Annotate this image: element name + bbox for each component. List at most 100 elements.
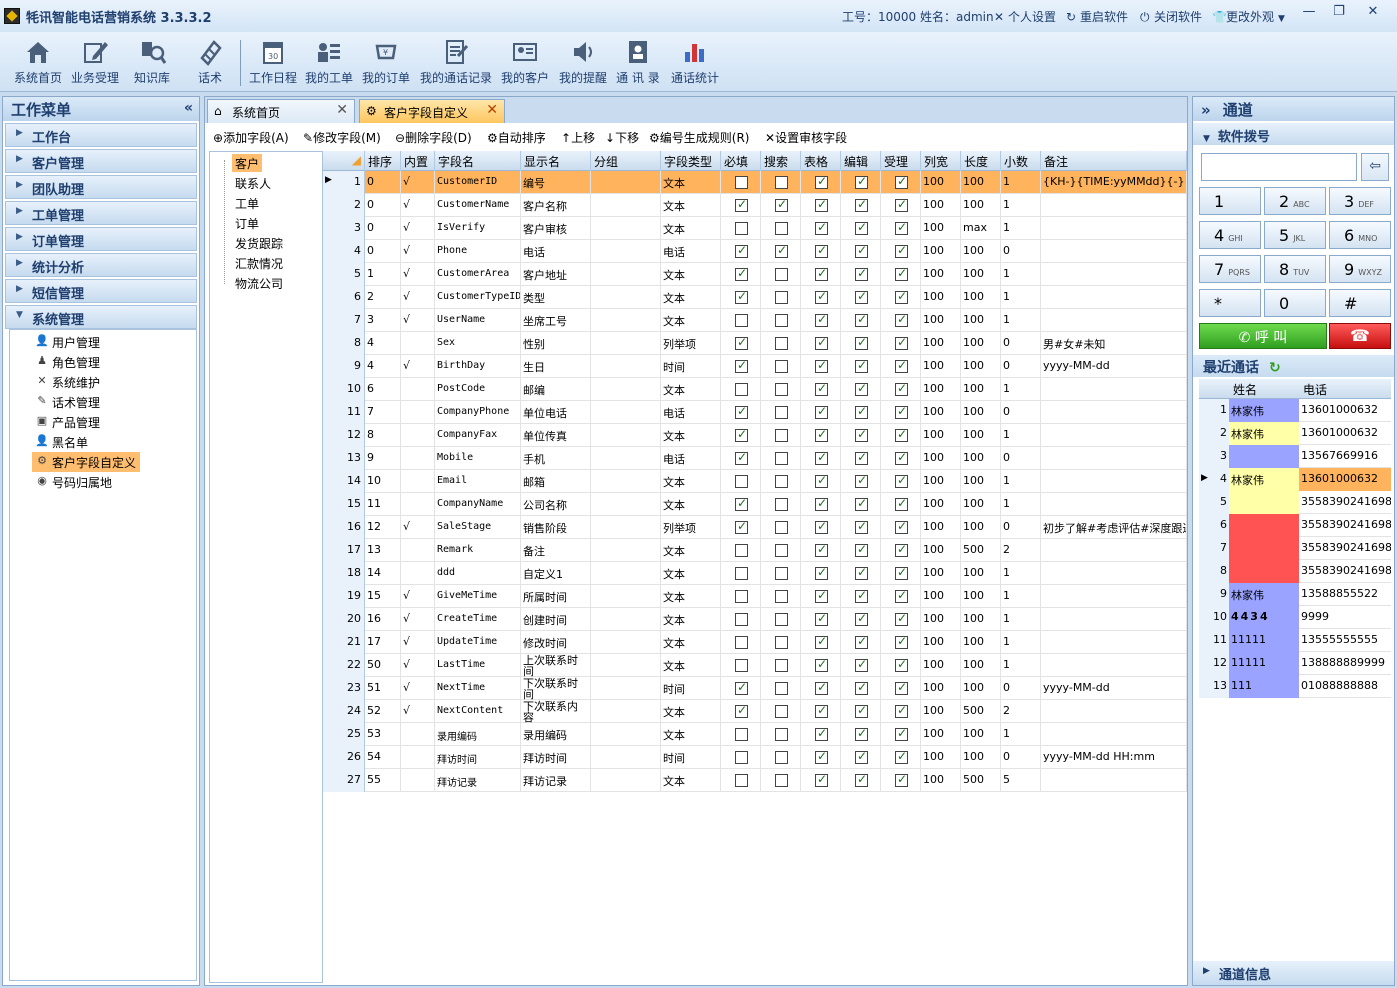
checkbox-table[interactable] [815,197,828,212]
edit-field-button[interactable]: ✎修改字段(M) [303,129,381,146]
cell-n[interactable]: 4 [323,240,365,263]
checkbox-accept[interactable] [895,243,908,258]
hangup-button[interactable]: ☎ [1329,323,1391,349]
checkbox-accept[interactable] [895,404,908,419]
checkbox-accept[interactable] [895,220,908,235]
dial-key[interactable]: 4 GHI [1199,221,1261,249]
checkbox-req[interactable] [735,383,748,396]
checkbox-table[interactable] [815,450,828,465]
recent-call-row[interactable]: 2 林家伟 13601000632 [1199,422,1391,445]
checkbox-edit[interactable] [855,542,868,557]
checkbox-accept[interactable] [895,197,908,212]
tab-home[interactable]: ⌂ 系统首页 ✕ [207,99,355,123]
checkbox-edit[interactable] [855,404,868,419]
cell-n[interactable]: 12 [323,424,365,447]
checkbox-search[interactable] [775,222,788,235]
dial-key[interactable]: 6 MNO [1329,221,1391,249]
checkbox-search[interactable] [775,360,788,373]
field-row[interactable]: 24 52 √ NextContent 下次联系内容 文本 100 500 2 [323,700,1187,723]
column-header-accept[interactable]: 受理 [881,151,921,171]
checkbox-search[interactable] [775,590,788,603]
field-row[interactable]: 17 13 Remark 备注 文本 100 500 2 [323,539,1187,562]
checkbox-search[interactable] [775,197,788,212]
field-row[interactable]: 51√CustomerArea客户地址文本1001001 [323,263,1187,286]
expand-channel-button[interactable]: » [1201,101,1211,119]
checkbox-search[interactable] [775,314,788,327]
checkbox-search[interactable] [775,567,788,580]
checkbox-accept[interactable] [895,450,908,465]
restart-button[interactable]: ↻ 重启软件 [1066,8,1128,25]
checkbox-req[interactable] [735,335,748,350]
toolbar-contacts-button[interactable]: 通 讯 录 [614,36,662,90]
recent-call-row[interactable]: 10 4434 9999 [1199,606,1391,629]
cell-n[interactable]: 5 [323,263,365,286]
menu-category-orders[interactable]: ▶ 订单管理 [5,227,197,251]
checkbox-req[interactable] [735,197,748,212]
menu-category-sms[interactable]: ▶ 短信管理 [5,279,197,303]
call-button[interactable]: ✆ 呼 叫 [1199,323,1327,349]
auto-sort-button[interactable]: ⚙自动排序 [487,129,546,146]
column-header-edit[interactable]: 编辑 [841,151,881,171]
cell-n[interactable]: 3 [323,217,365,240]
column-header-req[interactable]: 必填 [721,151,761,171]
checkbox-search[interactable] [775,429,788,442]
checkbox-req[interactable] [735,544,748,557]
column-header-note[interactable]: 备注 [1041,151,1187,171]
field-row[interactable]: 94 √ BirthDay 生日 时间 100 100 0 yyyy-MM-dd [323,355,1187,378]
cell-n[interactable]: 2 [323,194,365,217]
checkbox-search[interactable] [775,544,788,557]
menu-category-worklist[interactable]: ▶ 工单管理 [5,201,197,225]
checkbox-search[interactable] [775,475,788,488]
checkbox-accept[interactable] [895,749,908,764]
checkbox-edit[interactable] [855,266,868,281]
cell-n[interactable]: 23 [323,677,365,700]
recent-call-row[interactable]: 6 355839024169890 [1199,514,1391,537]
checkbox-table[interactable] [815,427,828,442]
column-header-display[interactable]: 显示名 [521,151,591,171]
toolbar-worklist-button[interactable]: 我的工单 [302,36,356,90]
add-field-button[interactable]: ⊕添加字段(A) [213,129,289,146]
soft-dial-header[interactable]: ▼ 软件拨号 [1193,123,1394,145]
field-row[interactable]: 84 Sex 性别 列举项 100 100 0 男#女#未知 [323,332,1187,355]
column-header-table[interactable]: 表格 [801,151,841,171]
tree-item-contact[interactable]: 联系人 [232,174,274,192]
cell-n[interactable]: 24 [323,700,365,723]
field-row[interactable]: 11 7 CompanyPhone 单位电话 电话 100 100 0 [323,401,1187,424]
checkbox-table[interactable] [815,680,828,695]
cell-n[interactable]: 14 [323,470,365,493]
checkbox-req[interactable] [735,680,748,695]
tree-item-remittance[interactable]: 汇款情况 [232,254,286,272]
dial-key[interactable]: 3 DEF [1329,187,1391,215]
checkbox-req[interactable] [735,314,748,327]
checkbox-edit[interactable] [855,749,868,764]
checkbox-edit[interactable] [855,611,868,626]
checkbox-table[interactable] [815,243,828,258]
cell-n[interactable]: 25 [323,723,365,746]
checkbox-req[interactable] [735,590,748,603]
checkbox-edit[interactable] [855,220,868,235]
checkbox-table[interactable] [815,726,828,741]
recent-call-row[interactable]: 3 13567669916 [1199,445,1391,468]
checkbox-accept[interactable] [895,174,908,189]
checkbox-accept[interactable] [895,611,908,626]
checkbox-table[interactable] [815,220,828,235]
checkbox-req[interactable] [735,176,748,189]
toolbar-reminders-button[interactable]: 我的提醒 [556,36,610,90]
checkbox-search[interactable] [775,613,788,626]
checkbox-search[interactable] [775,682,788,695]
restore-button[interactable]: ❐ [1328,4,1350,22]
checkbox-search[interactable] [775,243,788,258]
toolbar-script-button[interactable]: 话术 [190,36,230,90]
tab-custom-fields[interactable]: ⚙ 客户字段自定义 ✕ [359,99,505,123]
checkbox-table[interactable] [815,565,828,580]
checkbox-search[interactable] [775,406,788,419]
field-row[interactable]: 27 55 拜访记录 拜访记录 文本 100 500 5 [323,769,1187,792]
field-row[interactable]: 62 √ CustomerTypeID类型 文本 100 100 1 [323,286,1187,309]
menu-category-system[interactable]: ▼ 系统管理 [5,305,197,329]
minimize-button[interactable]: — [1298,4,1320,22]
move-down-button[interactable]: ↓下移 [605,129,639,146]
checkbox-req[interactable] [735,243,748,258]
field-row[interactable]: 23 51 √ NextTime 下次联系时间 时间 100 100 0 yyyy-MM-dd [323,677,1187,700]
checkbox-edit[interactable] [855,312,868,327]
cell-n[interactable]: 11 [323,401,365,424]
